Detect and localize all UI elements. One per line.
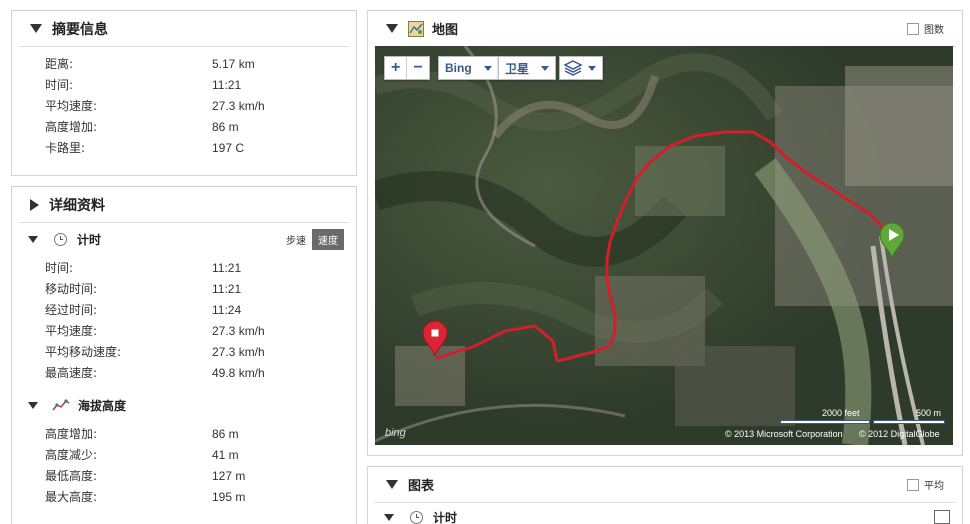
clock-icon xyxy=(410,510,423,524)
average-toggle[interactable]: 平均 xyxy=(907,477,944,492)
average-checkbox[interactable] xyxy=(907,478,919,491)
map-icon xyxy=(408,20,424,37)
charts-header[interactable]: 图表 平均 xyxy=(374,467,956,503)
map-title: 地图 xyxy=(432,23,459,38)
expand-icon[interactable] xyxy=(934,510,950,524)
chevron-down-icon xyxy=(483,65,492,71)
collapse-caret-icon[interactable] xyxy=(386,24,398,33)
clock-icon xyxy=(54,232,67,246)
summary-row-distance: 距离: 5.17 km xyxy=(45,56,255,72)
summary-row-time: 时间: 11:21 xyxy=(45,77,242,93)
elevation-row: 最低高度: 127 m xyxy=(45,468,246,484)
summary-header[interactable]: 摘要信息 xyxy=(18,11,350,47)
map-header[interactable]: 地图 图数 xyxy=(374,11,956,47)
view-mode-label: 卫星 xyxy=(505,61,530,76)
legend-checkbox[interactable] xyxy=(907,22,919,35)
elevation-row: 最大高度: 195 m xyxy=(45,489,246,505)
summary-rows: 距离: 5.17 km 时间: 11:21 平均速度: 27.3 km/h 高度增加:… xyxy=(12,47,356,158)
average-label: 平均 xyxy=(924,481,944,492)
elevation-row: 高度减少: 41 m xyxy=(45,447,239,463)
map-imagery xyxy=(375,46,953,445)
view-mode-dropdown[interactable]: 卫星 xyxy=(498,56,557,80)
collapse-caret-icon[interactable] xyxy=(28,235,38,243)
charts-timing-title: 计时 xyxy=(433,510,458,524)
layers-icon xyxy=(563,60,583,76)
summary-row-calories: 卡路里: 197 C xyxy=(45,140,245,156)
collapse-caret-icon[interactable] xyxy=(28,401,38,409)
summary-row-elev-gain: 高度增加: 86 m xyxy=(45,119,239,135)
details-header[interactable]: 详细资料 xyxy=(18,187,350,223)
elevation-rows: 高度增加: 86 m 高度减少: 41 m 最低高度: 127 m 最大高度: 195 … xyxy=(12,421,356,507)
scale-feet-label: 2000 feet xyxy=(822,408,860,418)
timing-header[interactable]: 计时 步速 速度 xyxy=(12,223,356,255)
map-legend-toggle[interactable]: 图数 xyxy=(907,21,944,36)
collapse-caret-icon[interactable] xyxy=(386,480,398,489)
bing-logo: bing xyxy=(385,427,406,439)
charts-timing-header[interactable]: 计时 xyxy=(368,503,962,524)
chevron-down-icon xyxy=(541,65,550,71)
speed-toggle-button[interactable]: 速度 xyxy=(312,228,344,250)
timing-row: 经过时间: 11:24 xyxy=(45,302,242,318)
elevation-header[interactable]: 海拔高度 xyxy=(12,389,356,421)
chevron-down-icon xyxy=(588,65,596,71)
attribution-digitalglobe: © 2012 DigitalGlobe xyxy=(859,429,940,439)
timing-row: 平均速度: 27.3 km/h xyxy=(45,323,265,339)
scale-bar-feet xyxy=(780,420,870,424)
summary-row-avg-speed: 平均速度: 27.3 km/h xyxy=(45,98,265,114)
timing-row: 时间: 11:21 xyxy=(45,260,242,276)
timing-row: 平均移动速度: 27.3 km/h xyxy=(45,344,265,360)
summary-title: 摘要信息 xyxy=(52,21,108,38)
timing-row: 移动时间: 11:21 xyxy=(45,281,242,297)
expand-caret-icon[interactable] xyxy=(30,198,39,211)
zoom-out-button[interactable]: − xyxy=(407,57,428,79)
collapse-caret-icon[interactable] xyxy=(384,513,394,521)
details-title: 详细资料 xyxy=(49,197,105,214)
attribution-microsoft: © 2013 Microsoft Corporation xyxy=(725,429,843,439)
scale-meters-label: 500 m xyxy=(916,408,942,418)
provider-label: Bing xyxy=(445,61,472,75)
provider-dropdown[interactable]: Bing xyxy=(438,56,499,80)
details-panel: 详细资料 计时 步速 速度 时间: 11:21 移动时间: 11:21 经过时间: 1… xyxy=(11,186,357,524)
summary-panel: 摘要信息 距离: 5.17 km 时间: 11:21 平均速度: 27.3 km/h … xyxy=(11,10,357,176)
timing-title: 计时 xyxy=(77,232,102,247)
timing-rows: 时间: 11:21 移动时间: 11:21 经过时间: 11:24 平均速度: 27.3… xyxy=(12,255,356,383)
timing-row: 最高速度: 49.8 km/h xyxy=(45,365,265,381)
charts-title: 图表 xyxy=(408,479,435,494)
elevation-chart-icon xyxy=(52,399,70,411)
layers-dropdown[interactable] xyxy=(559,56,603,80)
zoom-controls: + − xyxy=(384,56,430,80)
zoom-in-button[interactable]: + xyxy=(385,57,406,79)
pace-toggle-button[interactable]: 步速 xyxy=(280,229,312,250)
scale-bar-meters xyxy=(873,420,945,424)
elevation-row: 高度增加: 86 m xyxy=(45,426,239,442)
satellite-map[interactable]: + − Bing 卫星 2000 feet 500 m bing © 2013 … xyxy=(375,46,953,445)
pace-speed-toggle: 步速 速度 xyxy=(280,228,344,250)
charts-panel: 图表 平均 计时 xyxy=(367,466,963,524)
collapse-caret-icon[interactable] xyxy=(30,24,42,33)
legend-label: 图数 xyxy=(924,25,944,36)
elevation-title: 海拔高度 xyxy=(78,398,127,413)
